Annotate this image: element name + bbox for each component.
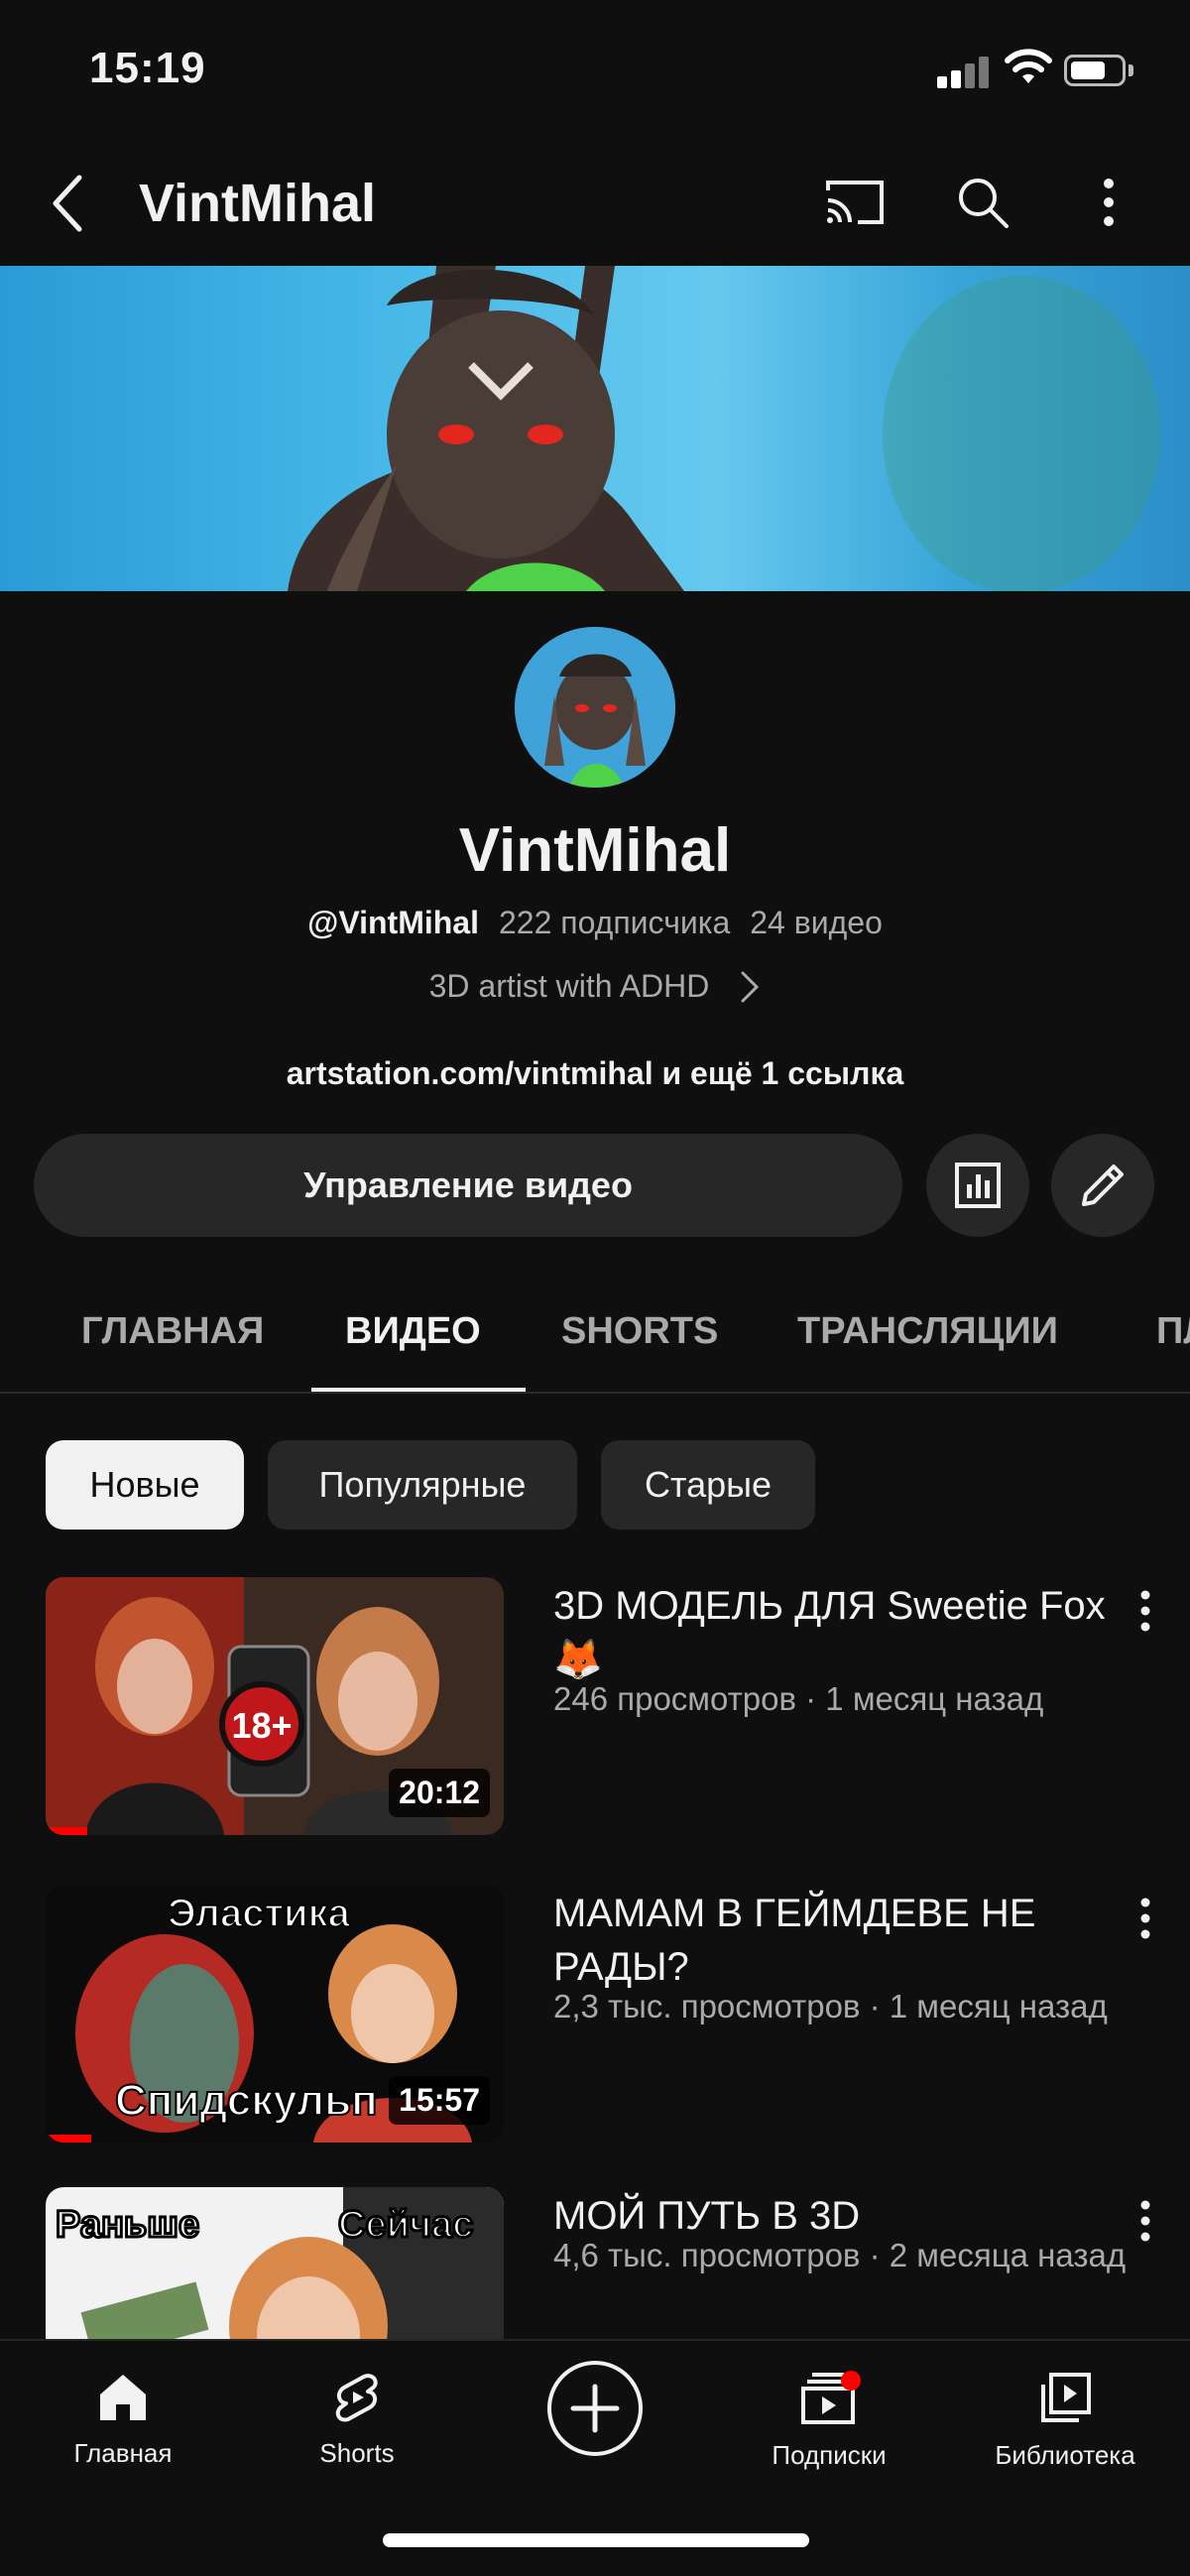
video-more-button[interactable] [1121,1581,1170,1641]
nav-home[interactable]: Главная [14,2371,232,2469]
more-vertical-icon [1104,179,1114,226]
tab-videos[interactable]: ВИДЕО [345,1310,481,1353]
video-item[interactable]: Эластика Спидскульп 15:57 МАМАМ В ГЕЙМДЕ… [0,1885,1190,2152]
nav-library[interactable]: Библиотека [956,2371,1174,2471]
edit-channel-button[interactable] [1051,1134,1154,1237]
nav-library-label: Библиотека [995,2440,1135,2470]
wifi-icon [1005,49,1052,83]
channel-avatar[interactable] [515,627,675,788]
video-duration: 20:12 [389,1769,490,1817]
video-thumbnail[interactable]: Эластика Спидскульп 15:57 [46,1885,504,2143]
banner-artwork [288,266,1160,591]
tab-live[interactable]: ТРАНСЛЯЦИИ [797,1310,1058,1353]
video-count: 24 видео [750,905,883,940]
video-item[interactable]: 18+ 20:12 3D МОДЕЛЬ ДЛЯ Sweetie Fox 🦊 24… [0,1577,1190,1845]
video-meta: 246 просмотров · 1 месяц назад [553,1680,1044,1717]
battery-icon [1064,55,1126,86]
thumbnail-caption-bottom: Спидскульп [115,2076,378,2125]
tab-playlists[interactable]: ПЛ [1156,1310,1190,1353]
chip-newest[interactable]: Новые [46,1440,244,1530]
watch-progress [46,2135,92,2143]
back-arrow-icon [53,175,82,232]
shorts-icon [335,2374,378,2422]
app-bar: VintMihal [0,139,1190,266]
video-more-button[interactable] [1121,1889,1170,1948]
tab-shorts[interactable]: SHORTS [561,1310,718,1353]
thumbnail-caption-left: Раньше [56,2204,199,2246]
pencil-icon [1082,1165,1124,1206]
analytics-button[interactable] [926,1134,1029,1237]
watch-progress [46,1827,87,1835]
video-meta: 2,3 тыс. просмотров · 1 месяц назад [553,1988,1108,2024]
video-title: МАМАМ В ГЕЙМДЕВЕ НЕ РАДЫ? [553,1892,1036,1989]
status-bar: 15:19 [0,0,1190,139]
channel-links[interactable]: artstation.com/vintmihal и ещё 1 ссылка [0,1055,1190,1092]
channel-handle: @VintMihal [307,905,479,940]
channel-meta: @VintMihal 222 подписчика 24 видео [0,905,1190,941]
more-vertical-icon [1140,1898,1150,1939]
channel-tabs: ГЛАВНАЯ ВИДЕО SHORTS ТРАНСЛЯЦИИ ПЛ [0,1275,1190,1394]
chevron-right-icon [741,971,760,1002]
avatar-image [515,627,675,788]
status-time: 15:19 [89,44,206,92]
video-more-button[interactable] [1121,2191,1170,2251]
chip-popular[interactable]: Популярные [268,1440,577,1530]
search-icon [959,179,1009,228]
active-tab-indicator [311,1388,526,1392]
channel-name: VintMihal [458,816,732,885]
subscriber-count: 222 подписчика [498,905,731,940]
create-button[interactable] [547,2361,643,2456]
signal-icon [937,55,993,88]
back-button[interactable] [38,164,97,243]
video-thumbnail[interactable]: 18+ 20:12 [46,1577,504,1835]
nav-shorts-label: Shorts [319,2438,395,2468]
more-vertical-icon [1140,1590,1150,1632]
thumbnail-badge: 18+ [231,1705,292,1746]
more-options-button[interactable] [1073,167,1144,238]
video-title: 3D МОДЕЛЬ ДЛЯ Sweetie Fox 🦊 [553,1584,1106,1681]
app-bar-title: VintMihal [139,174,377,233]
video-title: МОЙ ПУТЬ В 3D [553,2194,861,2238]
nav-subscriptions[interactable]: Подписки [720,2371,938,2471]
cast-button[interactable] [819,167,891,238]
description-text: 3D artist with ADHD [428,968,710,1004]
analytics-icon [955,1163,1001,1208]
nav-subscriptions-label: Подписки [772,2440,887,2470]
video-duration: 15:57 [389,2076,490,2125]
video-meta: 4,6 тыс. просмотров · 2 месяца назад [553,2237,1127,2273]
chip-oldest[interactable]: Старые [601,1440,815,1530]
home-icon [100,2375,146,2420]
channel-description[interactable]: 3D artist with ADHD [0,968,1190,1005]
nav-home-label: Главная [73,2438,173,2468]
plus-icon [570,2384,620,2433]
search-button[interactable] [947,167,1018,238]
thumbnail-caption-top: Эластика [168,1892,351,1935]
home-indicator [383,2533,809,2547]
library-icon [1041,2373,1091,2422]
more-vertical-icon [1140,2200,1150,2242]
cast-icon [826,181,884,224]
channel-banner [0,266,1190,591]
thumbnail-caption-right: Сейчас [338,2204,473,2246]
manage-videos-button[interactable]: Управление видео [34,1134,902,1237]
subscriptions-icon [801,2371,861,2424]
nav-shorts[interactable]: Shorts [248,2371,466,2469]
tab-home[interactable]: ГЛАВНАЯ [81,1310,264,1353]
